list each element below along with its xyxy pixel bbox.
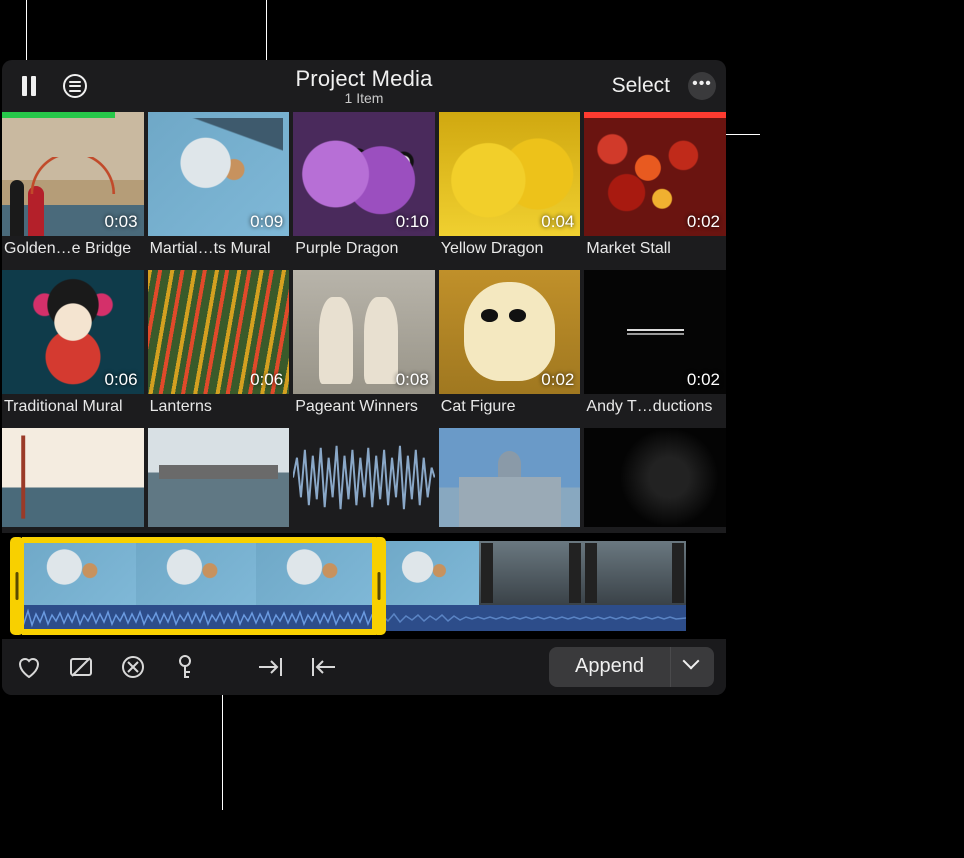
list-view-button[interactable] (58, 69, 92, 103)
select-button[interactable]: Select (612, 74, 670, 98)
key-icon (174, 654, 196, 680)
range-start-button[interactable] (256, 652, 286, 682)
clip-item[interactable]: 0:06 Lanterns (148, 270, 290, 424)
clip-thumbnail[interactable]: 0:03 (2, 112, 144, 236)
clip-thumbnail[interactable]: 0:02 (584, 270, 726, 394)
append-mode-button[interactable] (670, 647, 714, 687)
clip-thumbnail[interactable] (2, 428, 144, 527)
clip-label: Cat Figure (439, 394, 581, 424)
clip-duration: 0:09 (250, 212, 283, 232)
selection-border (22, 537, 376, 543)
chevron-down-icon (685, 659, 701, 675)
clip-thumbnail[interactable]: 0:08 (293, 270, 435, 394)
favorite-marker (2, 112, 115, 118)
clip-thumbnail[interactable] (584, 428, 726, 527)
clip-item[interactable]: 0:08 Pageant Winners (293, 270, 435, 424)
filmstrip-clip-selected[interactable] (16, 541, 376, 631)
range-end-button[interactable] (308, 652, 338, 682)
clip-item[interactable]: 0:04 Yellow Dragon (439, 112, 581, 266)
clip-duration: 0:02 (541, 370, 574, 390)
clip-item[interactable] (584, 428, 726, 527)
clip-duration: 0:06 (105, 370, 138, 390)
pause-icon (22, 76, 36, 96)
clip-item[interactable]: 0:03 Golden…e Bridge (2, 112, 144, 266)
clip-grid: 0:03Golden…e Bridge0:09Martial…ts Mural0… (2, 112, 726, 531)
clear-rating-button[interactable] (118, 652, 148, 682)
thumbnail-art (584, 428, 726, 527)
clip-item[interactable]: 0:02 Market Stall (584, 112, 726, 266)
clip-label: Purple Dragon (293, 236, 435, 266)
clip-item[interactable]: 0:02 Cat Figure (439, 270, 581, 424)
more-button[interactable]: ••• (688, 72, 716, 100)
clip-item[interactable]: 0:09 Martial…ts Mural (148, 112, 290, 266)
more-icon: ••• (692, 76, 712, 92)
thumbnail-art (293, 428, 435, 527)
clip-label: Yellow Dragon (439, 236, 581, 266)
clip-label: Andy T…ductions (584, 394, 726, 424)
media-browser-panel: Project Media 1 Item Select ••• 0:03 Gold… (2, 60, 726, 695)
clip-duration: 0:04 (541, 212, 574, 232)
clip-label: Pageant Winners (293, 394, 435, 424)
audio-waveform (16, 605, 376, 631)
thumbnail-art (148, 428, 290, 527)
thumbnail-art (439, 428, 581, 527)
pause-button[interactable] (12, 69, 46, 103)
reject-icon (68, 654, 94, 680)
bottom-toolbar: Append (2, 639, 726, 695)
browser-header: Project Media 1 Item Select ••• (2, 60, 726, 112)
list-icon (63, 74, 87, 98)
clip-duration: 0:06 (250, 370, 283, 390)
clip-item[interactable] (2, 428, 144, 527)
clip-thumbnail[interactable] (148, 428, 290, 527)
clip-duration: 0:10 (396, 212, 429, 232)
clip-duration: 0:02 (687, 212, 720, 232)
append-button[interactable]: Append (549, 647, 670, 687)
clip-thumbnail[interactable]: 0:06 (2, 270, 144, 394)
clip-duration: 0:02 (687, 370, 720, 390)
clip-item[interactable]: 0:02 Andy T…ductions (584, 270, 726, 424)
append-group: Append (549, 647, 714, 687)
filmstrip-track (16, 541, 690, 631)
clip-label: Golden…e Bridge (2, 236, 144, 266)
filmstrip-clip[interactable] (376, 541, 686, 631)
selection-handle-end[interactable] (372, 537, 386, 635)
selection-handle-start[interactable] (10, 537, 24, 635)
callout-line (726, 134, 760, 135)
clip-thumbnail[interactable]: 0:02 (439, 270, 581, 394)
clip-item[interactable] (439, 428, 581, 527)
clip-item[interactable]: 0:06 Traditional Mural (2, 270, 144, 424)
clip-label: Traditional Mural (2, 394, 144, 424)
clip-thumbnail[interactable] (293, 428, 435, 527)
selection-border (22, 629, 376, 635)
clip-thumbnail[interactable]: 0:04 (439, 112, 581, 236)
clip-label: Lanterns (148, 394, 290, 424)
clip-label: Market Stall (584, 236, 726, 266)
callout-line (222, 680, 223, 810)
clip-label: Martial…ts Mural (148, 236, 290, 266)
clip-duration: 0:03 (105, 212, 138, 232)
reject-marker (584, 112, 726, 118)
clip-thumbnail[interactable]: 0:09 (148, 112, 290, 236)
clip-thumbnail[interactable] (439, 428, 581, 527)
clip-thumbnail[interactable]: 0:10 (293, 112, 435, 236)
clear-icon (120, 654, 146, 680)
thumbnail-art (2, 428, 144, 527)
reject-button[interactable] (66, 652, 96, 682)
favorite-button[interactable] (14, 652, 44, 682)
filmstrip[interactable] (2, 533, 726, 639)
clip-thumbnail[interactable]: 0:02 (584, 112, 726, 236)
clip-item[interactable] (148, 428, 290, 527)
heart-icon (16, 655, 42, 679)
audio-waveform (376, 605, 686, 631)
clip-duration: 0:08 (396, 370, 429, 390)
range-start-icon (257, 656, 285, 678)
range-end-icon (309, 656, 337, 678)
clip-item[interactable] (293, 428, 435, 527)
clip-item[interactable]: 0:10 Purple Dragon (293, 112, 435, 266)
keyword-button[interactable] (170, 652, 200, 682)
clip-thumbnail[interactable]: 0:06 (148, 270, 290, 394)
